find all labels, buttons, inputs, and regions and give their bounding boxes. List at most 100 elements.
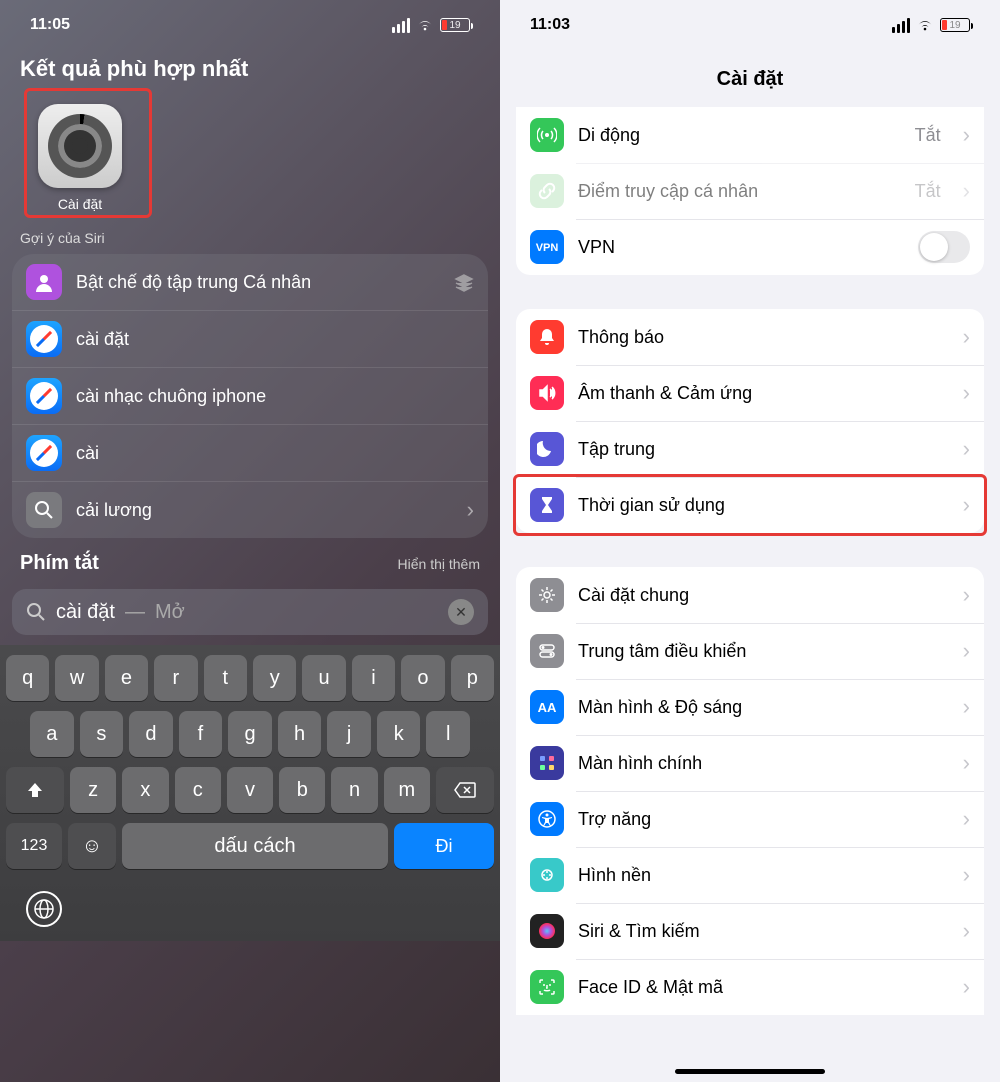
suggestion-label: cải lương (76, 500, 453, 521)
key-z[interactable]: z (70, 767, 116, 813)
settings-row-grid[interactable]: Màn hình chính › (516, 735, 984, 791)
siri-suggestion-row[interactable]: cài nhạc chuông iphone (12, 368, 488, 425)
numbers-key[interactable]: 123 (6, 823, 62, 869)
key-i[interactable]: i (352, 655, 395, 701)
key-k[interactable]: k (377, 711, 421, 757)
key-f[interactable]: f (179, 711, 223, 757)
go-key[interactable]: Đi (394, 823, 494, 869)
row-label: Hình nền (578, 865, 941, 886)
safari-icon (26, 321, 62, 357)
key-u[interactable]: u (302, 655, 345, 701)
keyboard: qwertyuiop asdfghjkl zxcvbnm 123 ☺ dấu c… (0, 645, 500, 941)
row-label: Màn hình chính (578, 753, 941, 774)
search-field[interactable]: cài đặt — Mở ✕ (12, 589, 488, 635)
siri-suggestion-row[interactable]: Bật chế độ tập trung Cá nhân (12, 254, 488, 311)
key-d[interactable]: d (129, 711, 173, 757)
settings-row-textsize[interactable]: AA Màn hình & Độ sáng › (516, 679, 984, 735)
search-hint-sep: — (125, 601, 145, 624)
home-indicator[interactable] (675, 1069, 825, 1074)
safari-icon (26, 435, 62, 471)
row-label: Cài đặt chung (578, 585, 941, 606)
key-h[interactable]: h (278, 711, 322, 757)
settings-row-accessibility[interactable]: Trợ năng› (516, 791, 984, 847)
switches-icon (530, 634, 564, 668)
row-label: Màn hình & Độ sáng (578, 697, 941, 718)
status-icons: 19 (892, 18, 970, 33)
space-key[interactable]: dấu cách (122, 823, 388, 869)
settings-row-bell[interactable]: Thông báo › (516, 309, 984, 365)
row-label: Thông báo (578, 327, 941, 348)
status-time: 11:03 (530, 16, 570, 34)
settings-row-antenna[interactable]: Di độngTắt› (516, 107, 984, 163)
globe-key[interactable] (26, 891, 62, 927)
chevron-right-icon: › (955, 750, 970, 776)
row-label: Tập trung (578, 439, 941, 460)
row-label: Face ID & Mật mã (578, 977, 941, 998)
key-a[interactable]: a (30, 711, 74, 757)
key-w[interactable]: w (55, 655, 98, 701)
key-m[interactable]: m (384, 767, 430, 813)
page-title: Cài đặt (500, 50, 1000, 107)
chevron-right-icon: › (955, 436, 970, 462)
row-label: Âm thanh & Cảm ứng (578, 383, 941, 404)
key-v[interactable]: v (227, 767, 273, 813)
key-t[interactable]: t (204, 655, 247, 701)
signal-icon (392, 18, 410, 33)
gear-icon (530, 578, 564, 612)
settings-row-siri[interactable]: Siri & Tìm kiếm› (516, 903, 984, 959)
chevron-right-icon: › (955, 324, 970, 350)
wifi-icon (416, 18, 434, 32)
key-y[interactable]: y (253, 655, 296, 701)
shortcuts-more-button[interactable]: Hiển thị thêm (398, 556, 480, 572)
settings-row-moon[interactable]: Tập trung › (516, 421, 984, 477)
row-label: Siri & Tìm kiếm (578, 921, 941, 942)
chevron-right-icon: › (955, 694, 970, 720)
toggle-switch[interactable] (918, 231, 970, 263)
siri-suggestions-list: Bật chế độ tập trung Cá nhâncài đặt cài n… (12, 254, 488, 538)
key-p[interactable]: p (451, 655, 494, 701)
clear-search-button[interactable]: ✕ (448, 599, 474, 625)
emoji-key[interactable]: ☺ (68, 823, 116, 869)
settings-row-link[interactable]: Điểm truy cập cá nhânTắt› (516, 163, 984, 219)
siri-suggestion-row[interactable]: cài đặt (12, 311, 488, 368)
search-query: cài đặt (56, 601, 115, 624)
speaker-icon (530, 376, 564, 410)
signal-icon (892, 18, 910, 33)
row-label: Trung tâm điều khiển (578, 641, 941, 662)
search-icon (26, 602, 46, 622)
settings-row-vpn[interactable]: VPNVPN (516, 219, 984, 275)
key-q[interactable]: q (6, 655, 49, 701)
svg-text:AA: AA (538, 700, 557, 715)
settings-row-wallpaper[interactable]: Hình nền › (516, 847, 984, 903)
settings-row-gear[interactable]: Cài đặt chung› (516, 567, 984, 623)
best-match-title: Kết quả phù hợp nhất (0, 50, 500, 92)
chevron-right-icon: › (955, 806, 970, 832)
battery-indicator: 19 (940, 18, 970, 32)
key-c[interactable]: c (175, 767, 221, 813)
spotlight-screen: 11:05 19 Kết quả phù hợp nhất Cài đặt Gợ… (0, 0, 500, 1082)
key-l[interactable]: l (426, 711, 470, 757)
key-x[interactable]: x (122, 767, 168, 813)
vpn-icon: VPN (530, 230, 564, 264)
key-b[interactable]: b (279, 767, 325, 813)
chevron-right-icon: › (955, 122, 970, 148)
shift-key[interactable] (6, 767, 64, 813)
key-r[interactable]: r (154, 655, 197, 701)
suggestion-label: cài (76, 443, 474, 464)
settings-row-switches[interactable]: Trung tâm điều khiển› (516, 623, 984, 679)
chevron-right-icon: › (955, 862, 970, 888)
siri-suggestion-row[interactable]: cải lương› (12, 482, 488, 538)
settings-row-faceid[interactable]: Face ID & Mật mã› (516, 959, 984, 1015)
wallpaper-icon (530, 858, 564, 892)
siri-suggestion-row[interactable]: cài (12, 425, 488, 482)
key-o[interactable]: o (401, 655, 444, 701)
suggestion-label: cài nhạc chuông iphone (76, 386, 474, 407)
key-s[interactable]: s (80, 711, 124, 757)
key-j[interactable]: j (327, 711, 371, 757)
chevron-right-icon: › (955, 380, 970, 406)
key-e[interactable]: e (105, 655, 148, 701)
key-n[interactable]: n (331, 767, 377, 813)
settings-row-speaker[interactable]: Âm thanh & Cảm ứng › (516, 365, 984, 421)
backspace-key[interactable] (436, 767, 494, 813)
key-g[interactable]: g (228, 711, 272, 757)
